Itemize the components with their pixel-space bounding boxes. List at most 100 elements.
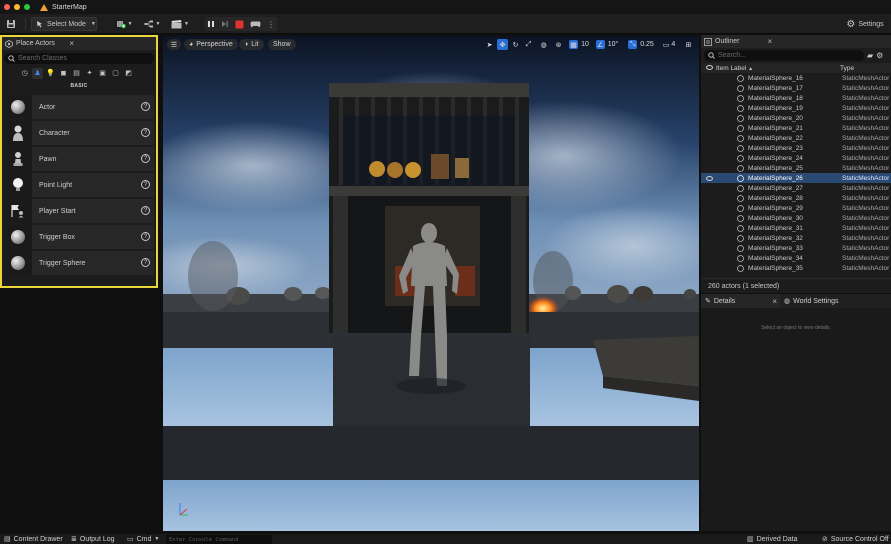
help-icon[interactable]: ?: [141, 258, 150, 267]
outliner-row[interactable]: MaterialSphere_25 StaticMeshActor: [701, 163, 891, 173]
output-log-button[interactable]: ≣ Output Log: [71, 535, 115, 544]
help-icon[interactable]: ?: [141, 154, 150, 163]
camera-speed-button[interactable]: ▭ 4: [660, 39, 678, 50]
scale-snap-button[interactable]: ⤡ 0.25: [627, 39, 655, 50]
actor-item-actor[interactable]: Actor ?: [4, 95, 154, 119]
sort-ascending-icon: ▲: [748, 65, 754, 72]
outliner-row[interactable]: MaterialSphere_28 StaticMeshActor: [701, 193, 891, 203]
volumes-icon[interactable]: ▢: [110, 68, 121, 79]
outliner-row[interactable]: MaterialSphere_20 StaticMeshActor: [701, 113, 891, 123]
lit-mode-button[interactable]: ◑ Lit: [239, 39, 264, 50]
cmd-dropdown[interactable]: ▭ Cmd ▼: [127, 535, 159, 544]
details-tab[interactable]: ✎ Details ×: [701, 294, 780, 308]
console-command-input[interactable]: Enter Console Command: [166, 535, 272, 544]
world-settings-tab[interactable]: ◍ World Settings: [780, 294, 839, 308]
close-icon[interactable]: ×: [768, 37, 773, 46]
outliner-tab[interactable]: Outliner ×: [701, 35, 891, 48]
cinematic-icon[interactable]: ▤: [71, 68, 82, 79]
sphere-icon: [11, 100, 25, 114]
blueprints-button[interactable]: ▼: [141, 17, 163, 31]
visual-effects-icon[interactable]: ✦: [84, 68, 95, 79]
actor-item-pawn[interactable]: Pawn ?: [4, 147, 154, 171]
content-drawer-button[interactable]: ▤ Content Drawer: [4, 535, 63, 544]
search-classes-input[interactable]: Search Classes: [4, 53, 154, 64]
all-classes-icon[interactable]: ◩: [123, 68, 134, 79]
visibility-eye-icon[interactable]: [706, 65, 713, 70]
outliner-row-selected[interactable]: MaterialSphere_26 StaticMeshActor: [701, 173, 891, 183]
help-icon[interactable]: ?: [141, 232, 150, 241]
shapes-icon[interactable]: ◼: [58, 68, 69, 79]
type-column-header[interactable]: Type: [840, 65, 854, 72]
outliner-row[interactable]: MaterialSphere_31 StaticMeshActor: [701, 223, 891, 233]
more-options-icon[interactable]: ⋮: [267, 20, 275, 29]
outliner-row[interactable]: MaterialSphere_32 StaticMeshActor: [701, 233, 891, 243]
outliner-row[interactable]: MaterialSphere_23 StaticMeshActor: [701, 143, 891, 153]
actor-item-character[interactable]: Character ?: [4, 121, 154, 145]
settings-button[interactable]: ⚙ Settings: [843, 17, 887, 31]
outliner-row[interactable]: MaterialSphere_24 StaticMeshActor: [701, 153, 891, 163]
pause-icon: [208, 21, 214, 27]
viewport-layout-button[interactable]: ⊞: [683, 39, 694, 50]
possess-button[interactable]: [250, 20, 261, 28]
skip-frame-button[interactable]: [221, 20, 229, 28]
visibility-eye-icon[interactable]: [706, 175, 713, 181]
help-icon[interactable]: ?: [141, 128, 150, 137]
outliner-row[interactable]: MaterialSphere_17 StaticMeshActor: [701, 83, 891, 93]
place-actors-tab[interactable]: Place Actors ×: [2, 37, 156, 50]
rotate-tool-button[interactable]: ↻: [510, 39, 521, 50]
outliner-row[interactable]: MaterialSphere_22 StaticMeshActor: [701, 133, 891, 143]
outliner-row[interactable]: MaterialSphere_21 StaticMeshActor: [701, 123, 891, 133]
save-button[interactable]: [5, 17, 17, 31]
help-icon[interactable]: ?: [141, 206, 150, 215]
add-content-button[interactable]: ▼: [113, 17, 135, 31]
outliner-search-input[interactable]: Search...: [704, 50, 864, 61]
outliner-row[interactable]: MaterialSphere_30 StaticMeshActor: [701, 213, 891, 223]
perspective-button[interactable]: ◕ Perspective: [184, 39, 238, 50]
stop-button[interactable]: [235, 20, 244, 29]
actor-item-trigger-sphere[interactable]: Trigger Sphere ?: [4, 251, 154, 275]
basic-icon[interactable]: ♟: [32, 67, 43, 79]
source-control-button[interactable]: ⊘ Source Control Off: [822, 535, 889, 544]
outliner-icon: [704, 37, 712, 46]
close-icon[interactable]: ×: [772, 297, 777, 306]
show-button[interactable]: Show: [268, 39, 296, 50]
pause-button[interactable]: [207, 20, 215, 28]
surface-snap-button[interactable]: ⊛: [553, 39, 564, 50]
select-mode-dropdown[interactable]: Select Mode ▼: [31, 17, 97, 31]
angle-icon: ∠: [595, 40, 605, 49]
level-viewport[interactable]: ☰ ◕ Perspective ◑ Lit Show ➤ ✥ ↻ ⤢ ◍ ⊛ ▦…: [163, 36, 699, 531]
add-folder-icon[interactable]: ▰: [867, 51, 873, 60]
help-icon[interactable]: ?: [141, 180, 150, 189]
maximize-window-button[interactable]: [24, 4, 30, 10]
viewport-scene[interactable]: [163, 36, 699, 531]
actor-item-trigger-box[interactable]: Trigger Box ?: [4, 225, 154, 249]
outliner-row[interactable]: MaterialSphere_35 StaticMeshActor: [701, 263, 891, 273]
close-icon[interactable]: ×: [69, 39, 74, 48]
select-tool-button[interactable]: ➤: [484, 39, 495, 50]
derived-data-button[interactable]: ▥ Derived Data: [747, 535, 797, 544]
translate-tool-button[interactable]: ✥: [497, 39, 508, 50]
world-space-button[interactable]: ◍: [538, 39, 549, 50]
gear-icon[interactable]: ⚙: [876, 51, 883, 60]
outliner-row[interactable]: MaterialSphere_18 StaticMeshActor: [701, 93, 891, 103]
recent-icon[interactable]: ◷: [19, 68, 30, 79]
grid-snap-button[interactable]: ▦ 10: [568, 39, 590, 50]
actor-item-point-light[interactable]: Point Light ?: [4, 173, 154, 197]
rotation-snap-button[interactable]: ∠ 10°: [595, 39, 619, 50]
cinematics-button[interactable]: ▼: [169, 17, 191, 31]
scale-tool-button[interactable]: ⤢: [523, 39, 534, 50]
outliner-row[interactable]: MaterialSphere_27 StaticMeshActor: [701, 183, 891, 193]
viewport-menu-button[interactable]: ☰: [167, 39, 181, 50]
help-icon[interactable]: ?: [141, 102, 150, 111]
actor-item-player-start[interactable]: Player Start ?: [4, 199, 154, 223]
outliner-row[interactable]: MaterialSphere_33 StaticMeshActor: [701, 243, 891, 253]
outliner-row[interactable]: MaterialSphere_34 StaticMeshActor: [701, 253, 891, 263]
outliner-row[interactable]: MaterialSphere_19 StaticMeshActor: [701, 103, 891, 113]
close-window-button[interactable]: [4, 4, 10, 10]
geometry-icon[interactable]: ▣: [97, 68, 108, 79]
outliner-row[interactable]: MaterialSphere_16 StaticMeshActor: [701, 73, 891, 83]
lights-icon[interactable]: 💡: [45, 68, 56, 79]
item-label-column-header[interactable]: Item Label ▲: [716, 65, 753, 72]
minimize-window-button[interactable]: [14, 4, 20, 10]
outliner-row[interactable]: MaterialSphere_29 StaticMeshActor: [701, 203, 891, 213]
